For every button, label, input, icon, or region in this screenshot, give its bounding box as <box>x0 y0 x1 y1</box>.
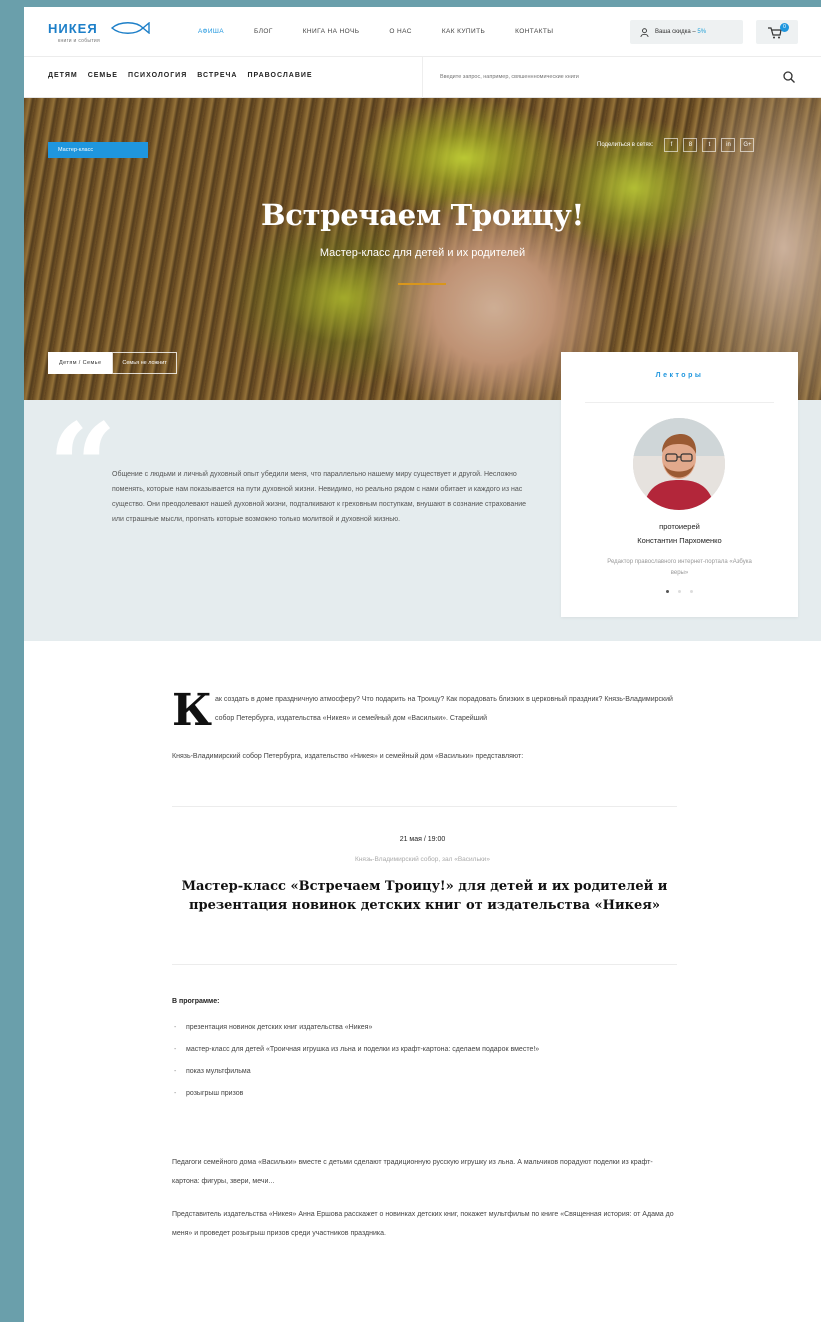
divider <box>172 806 677 807</box>
list-item: презентация новинок детских книг издател… <box>172 1019 677 1036</box>
article-paragraph: Представитель издательства «Никея» Анна … <box>172 1211 674 1237</box>
divider <box>422 57 423 98</box>
lecturer-photo <box>633 418 725 510</box>
event-title: Мастер-класс «Встречаем Троицу!» для дет… <box>181 879 668 913</box>
page-title: Встречаем Троицу! <box>261 198 584 232</box>
vk-icon[interactable]: in <box>721 138 736 152</box>
top-bar: НИКЕЯ книги и события Афиша Блог Книга н… <box>24 7 821 57</box>
title-underline <box>398 283 446 285</box>
share-label: Поделиться в сетях: <box>597 142 654 148</box>
carousel-dot[interactable] <box>678 590 681 593</box>
logo[interactable]: НИКЕЯ книги и события <box>48 20 150 50</box>
facebook-icon[interactable]: f <box>664 138 679 152</box>
quote-text: Общение с людьми и личный духовный опыт … <box>112 471 526 523</box>
cart-button[interactable]: 0 <box>756 20 798 44</box>
category-psychology[interactable]: Психология <box>128 72 187 79</box>
divider <box>585 402 774 403</box>
nav-how-buy[interactable]: Как купить <box>442 28 485 35</box>
lecturer-name[interactable]: Константин Пархоменко <box>561 536 798 545</box>
logo-tagline: книги и события <box>58 38 101 44</box>
lecturer-card-title: Лекторы <box>655 372 704 379</box>
carousel-dot[interactable] <box>690 590 693 593</box>
category-list: Детям Семье Психология Встреча Православ… <box>48 72 323 79</box>
google-plus-icon[interactable]: G+ <box>740 138 755 152</box>
main-nav: Афиша Блог Книга на ночь О нас Как купит… <box>198 28 583 35</box>
fish-logo-icon <box>110 22 150 34</box>
nav-contacts[interactable]: Контакты <box>515 28 553 35</box>
twitter-icon[interactable]: t <box>702 138 717 152</box>
event-place: Князь-Владимирский собор, зал «Васильки» <box>355 856 490 863</box>
nav-about[interactable]: О нас <box>389 28 411 35</box>
list-item: показ мультфильма <box>172 1063 677 1080</box>
logo-word: НИКЕЯ <box>48 21 98 36</box>
lecturer-card: Лекторы протоиерей Константин Пархоменко… <box>561 352 798 617</box>
quote-mark-icon: “ <box>48 397 118 538</box>
list-item: розыгрыш призов <box>172 1085 677 1102</box>
event-type-tag[interactable]: Мастер-класс <box>48 142 148 158</box>
discount-value: 5% <box>697 29 707 35</box>
event-date: 21 мая / 19:00 <box>399 836 446 843</box>
dropcap: К <box>172 685 213 736</box>
category-orthodoxy[interactable]: Православие <box>248 72 313 79</box>
lecturer-description: Редактор православного интернет-портала … <box>607 559 752 576</box>
category-meeting[interactable]: Встреча <box>197 72 237 79</box>
discount-label: Ваша скидка – 5% <box>655 29 707 35</box>
category-children[interactable]: Детям <box>48 72 78 79</box>
page-subtitle: Мастер-класс для детей и их родителей <box>319 247 526 259</box>
cart-count-badge: 0 <box>780 23 789 32</box>
article-paragraph: Педагоги семейного дома «Васильки» вмест… <box>172 1159 653 1185</box>
lecturer-avatar[interactable] <box>633 418 725 510</box>
program-heading: В программе: <box>172 998 220 1005</box>
carousel-dots <box>561 590 798 593</box>
share-block: Поделиться в сетях: f 8 t in G+ <box>597 138 755 152</box>
divider <box>172 964 677 965</box>
odnoklassniki-icon[interactable]: 8 <box>683 138 698 152</box>
program-list: презентация новинок детских книг издател… <box>172 1019 677 1107</box>
nav-book-night[interactable]: Книга на ночь <box>303 28 360 35</box>
search-icon[interactable] <box>782 70 796 84</box>
intro-text: ак создать в доме праздничную атмосферу?… <box>215 696 673 722</box>
nav-afisha[interactable]: Афиша <box>198 28 224 35</box>
search-input[interactable] <box>440 69 770 85</box>
intro-text-continued: Князь-Владимирский собор Петербурга, изд… <box>172 753 524 760</box>
list-item: мастер-класс для детей «Троичная игрушка… <box>172 1041 677 1058</box>
category-family[interactable]: Семье <box>88 72 118 79</box>
discount-button[interactable]: Ваша скидка – 5% <box>630 20 743 44</box>
user-icon <box>640 27 649 37</box>
category-bar: Детям Семье Психология Встреча Православ… <box>24 57 821 98</box>
lecturer-role: протоиерей <box>659 522 700 531</box>
nav-blog[interactable]: Блог <box>254 28 273 35</box>
breadcrumb-tag[interactable]: Семья не ложнит <box>112 352 177 374</box>
breadcrumb: Детям / Семье Семья не ложнит <box>48 352 177 374</box>
carousel-dot[interactable] <box>666 590 669 593</box>
breadcrumb-category[interactable]: Детям / Семье <box>48 352 113 374</box>
page: НИКЕЯ книги и события Афиша Блог Книга н… <box>24 7 821 1322</box>
